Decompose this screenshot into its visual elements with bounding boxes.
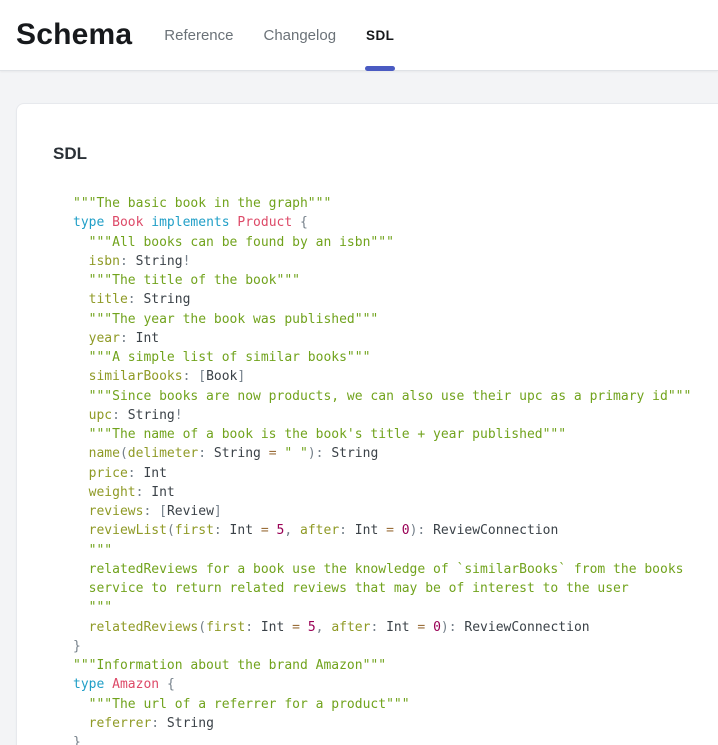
code-line: """The basic book in the graph""" xyxy=(73,194,698,213)
code-line: price: Int xyxy=(73,464,698,483)
code-line: """ xyxy=(73,541,698,560)
code-line: referrer: String xyxy=(73,714,698,733)
sdl-card: SDL """The basic book in the graph"""typ… xyxy=(16,103,718,745)
code-line: service to return related reviews that m… xyxy=(73,579,698,598)
code-line: relatedReviews for a book use the knowle… xyxy=(73,560,698,579)
code-line: """The title of the book""" xyxy=(73,271,698,290)
code-line: weight: Int xyxy=(73,483,698,502)
tab-sdl[interactable]: SDL xyxy=(364,0,396,70)
code-line: """The name of a book is the book's titl… xyxy=(73,425,698,444)
code-line: """A simple list of similar books""" xyxy=(73,348,698,367)
code-line: """The year the book was published""" xyxy=(73,310,698,329)
code-line: relatedReviews(first: Int = 5, after: In… xyxy=(73,618,698,637)
code-line: year: Int xyxy=(73,329,698,348)
tab-label: Reference xyxy=(164,27,233,44)
code-line: similarBooks: [Book] xyxy=(73,367,698,386)
page-header: Schema Reference Changelog SDL xyxy=(0,0,718,71)
code-line: reviewList(first: Int = 5, after: Int = … xyxy=(73,521,698,540)
tab-reference[interactable]: Reference xyxy=(162,0,235,70)
tab-label: Changelog xyxy=(263,27,336,44)
code-line: } xyxy=(73,637,698,656)
code-line: type Amazon { xyxy=(73,675,698,694)
code-line: """ xyxy=(73,598,698,617)
active-tab-indicator xyxy=(365,66,395,71)
code-line: name(delimeter: String = " "): String xyxy=(73,444,698,463)
sdl-heading: SDL xyxy=(53,144,698,164)
code-line: upc: String! xyxy=(73,406,698,425)
sdl-code-block: """The basic book in the graph"""type Bo… xyxy=(73,194,698,745)
code-line: """All books can be found by an isbn""" xyxy=(73,233,698,252)
code-line: """The url of a referrer for a product""… xyxy=(73,695,698,714)
page-title: Schema xyxy=(16,18,132,52)
code-line: } xyxy=(73,733,698,745)
tab-bar: Reference Changelog SDL xyxy=(162,0,396,70)
tab-label: SDL xyxy=(366,28,394,43)
code-line: """Since books are now products, we can … xyxy=(73,387,698,406)
code-line: reviews: [Review] xyxy=(73,502,698,521)
code-line: title: String xyxy=(73,290,698,309)
code-line: """Information about the brand Amazon""" xyxy=(73,656,698,675)
tab-changelog[interactable]: Changelog xyxy=(261,0,338,70)
content-area: SDL """The basic book in the graph"""typ… xyxy=(0,71,718,745)
code-line: isbn: String! xyxy=(73,252,698,271)
code-line: type Book implements Product { xyxy=(73,213,698,232)
